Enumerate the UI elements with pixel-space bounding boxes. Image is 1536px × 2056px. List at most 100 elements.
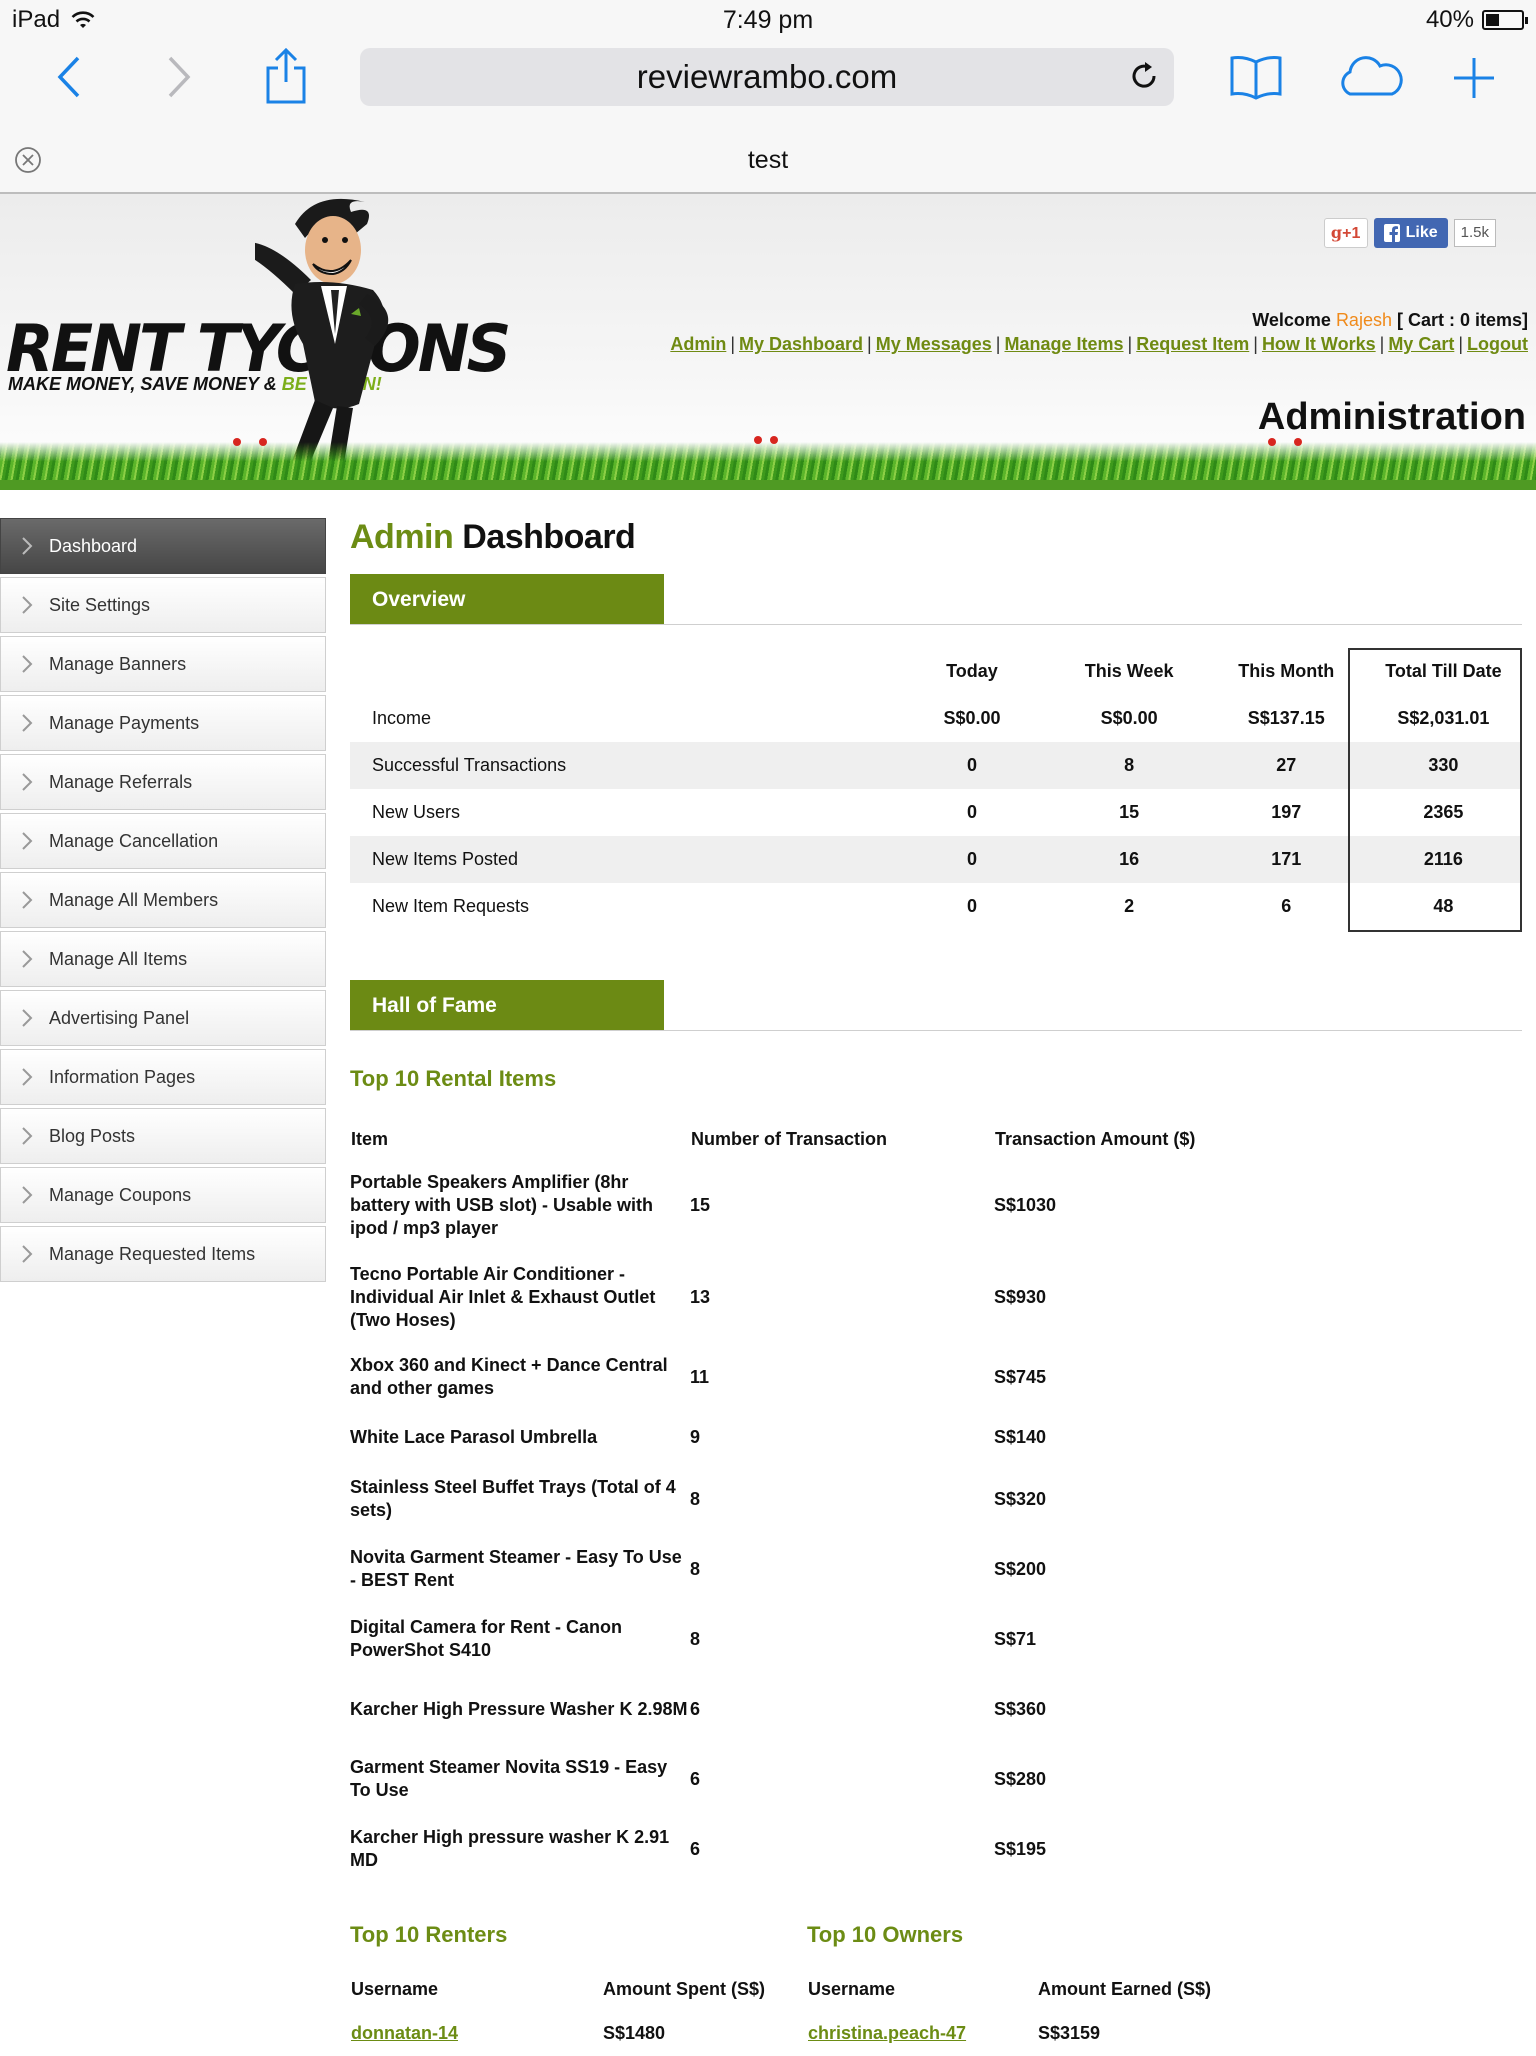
column-header: Item [351,1128,389,1149]
owner-amount: S$3159 [1038,2022,1101,2043]
address-bar[interactable]: reviewrambo.com [360,48,1174,106]
sidebar-item-manage-payments[interactable]: Manage Payments [0,695,326,751]
sidebar-item-manage-requested-items[interactable]: Manage Requested Items [0,1226,326,1282]
share-icon[interactable] [264,46,308,104]
nav-how-it-works[interactable]: How It Works [1262,334,1376,354]
reload-icon[interactable] [1128,60,1160,92]
renter-username-link[interactable]: donnatan-14 [351,2023,458,2043]
overview-row-new-items: New Items Posted 0 16 171 2116 [350,836,1522,883]
back-arrow-icon[interactable] [54,54,84,100]
top-renters-title: Top 10 Renters [350,1922,508,1947]
sidebar-item-advertising-panel[interactable]: Advertising Panel [0,990,326,1046]
item-amount: S$195 [994,1838,1047,1859]
table-cell: 0 [966,802,977,822]
sidebar-item-label: Blog Posts [49,1126,136,1146]
table-row: Digital Camera for Rent - Canon PowerSho… [350,1604,1350,1674]
grass-base [0,480,1536,490]
table-cell: 15 [1119,802,1140,822]
tagline-dark: MAKE MONEY, SAVE MONEY & [8,374,282,394]
nav-manage-items[interactable]: Manage Items [1004,334,1123,354]
fb-like-label: Like [1405,224,1438,241]
sidebar-item-dashboard[interactable]: Dashboard [0,518,326,574]
overview-row-transactions: Successful Transactions 0 8 27 330 [350,742,1522,789]
sidebar-item-label: Manage Coupons [49,1185,192,1205]
item-name: Xbox 360 and Kinect + Dance Central and … [350,1355,668,1398]
icloud-tabs-icon[interactable] [1334,54,1406,100]
item-amount: S$1030 [994,1194,1057,1215]
table-cell: 16 [1050,836,1208,883]
top-rental-items-title: Top 10 Rental Items [350,1066,557,1091]
top-rental-items-table: Item Number of Transaction Transaction A… [350,1118,1350,1884]
table-row: Portable Speakers Amplifier (8hr battery… [350,1160,1350,1250]
table-row: White Lace Parasol Umbrella 9 S$140 [350,1410,1350,1464]
sidebar-item-manage-all-members[interactable]: Manage All Members [0,872,326,928]
new-tab-plus-icon[interactable] [1452,56,1496,100]
chevron-right-icon [22,537,33,555]
nav-my-messages[interactable]: My Messages [876,334,992,354]
forward-arrow-icon[interactable] [164,54,194,100]
column-header: Number of Transaction [691,1128,888,1149]
item-name: Portable Speakers Amplifier (8hr battery… [350,1171,654,1238]
bookmarks-icon[interactable] [1228,54,1284,100]
sidebar-item-label: Manage Banners [49,654,187,674]
sidebar-item-manage-cancellation[interactable]: Manage Cancellation [0,813,326,869]
top-renters-table: Username Amount Spent (S$) donnatan-14 S… [350,1968,770,2056]
column-header: Amount Earned (S$) [1038,1978,1212,1999]
item-name: Novita Garment Steamer - Easy To Use - B… [350,1547,682,1590]
nav-my-dashboard[interactable]: My Dashboard [739,334,863,354]
sidebar-item-manage-banners[interactable]: Manage Banners [0,636,326,692]
tab-title[interactable]: test [0,146,1536,175]
sidebar-item-information-pages[interactable]: Information Pages [0,1049,326,1105]
column-header: Total Till Date [1385,661,1502,681]
nav-admin[interactable]: Admin [670,334,726,354]
chevron-right-icon [22,655,33,673]
owner-username-link[interactable]: christina.peach-47 [808,2023,966,2043]
status-time: 7:49 pm [722,6,814,34]
chevron-right-icon [22,1186,33,1204]
row-label: Income [372,708,432,728]
renters-header-row: Username Amount Spent (S$) [350,1968,770,2010]
user-nav: Admin | My Dashboard | My Messages | Manage It… [670,334,1528,354]
row-label: New Users [372,802,461,822]
item-count: 6 [690,1698,701,1719]
sidebar-item-label: Manage All Items [49,949,188,969]
hall-of-fame-tab: Hall of Fame [350,980,664,1030]
chevron-right-icon [22,596,33,614]
item-amount: S$745 [994,1366,1047,1387]
item-count: 15 [690,1194,711,1215]
sidebar-item-site-settings[interactable]: Site Settings [0,577,326,633]
item-amount: S$71 [994,1628,1037,1649]
item-count: 8 [690,1488,701,1509]
item-count: 8 [690,1628,701,1649]
table-row: Stainless Steel Buffet Trays (Total of 4… [350,1464,1350,1534]
page-title-rest: Dashboard [453,518,636,556]
welcome-username: Rajesh [1335,310,1392,330]
item-amount: S$930 [994,1286,1047,1307]
column-header: Today [946,661,998,681]
chevron-right-icon [22,832,33,850]
sidebar-item-manage-all-items[interactable]: Manage All Items [0,931,326,987]
sidebar-item-manage-referrals[interactable]: Manage Referrals [0,754,326,810]
hall-of-fame-section-header: Hall of Fame [350,980,1522,1031]
overview-row-income: Income S$0.00 S$0.00 S$137.15 S$2,031.01 [350,695,1522,742]
table-cell: 171 [1207,836,1365,883]
nav-my-cart[interactable]: My Cart [1388,334,1454,354]
item-name: Karcher High Pressure Washer K 2.98M [350,1698,688,1719]
column-header: Username [808,1978,896,1999]
sidebar-item-blog-posts[interactable]: Blog Posts [0,1108,326,1164]
google-plus-button[interactable]: g+1 [1323,218,1368,248]
table-row: Xbox 360 and Kinect + Dance Central and … [350,1344,1350,1410]
column-header: This Week [1084,661,1174,681]
chevron-right-icon [22,950,33,968]
column-header: Amount Spent (S$) [603,1978,765,1999]
owners-header-row: Username Amount Earned (S$) [807,1968,1267,2010]
item-count: 9 [690,1426,701,1447]
table-cell: S$137.15 [1247,708,1325,728]
overview-header-row: Today This Week This Month Total Till Da… [350,648,1522,695]
nav-request-item[interactable]: Request Item [1136,334,1249,354]
battery-icon [1482,10,1528,30]
page-title-accent: Admin [350,518,454,556]
sidebar-item-manage-coupons[interactable]: Manage Coupons [0,1167,326,1223]
nav-logout[interactable]: Logout [1467,334,1528,354]
facebook-like-button[interactable]: Like [1373,218,1448,248]
